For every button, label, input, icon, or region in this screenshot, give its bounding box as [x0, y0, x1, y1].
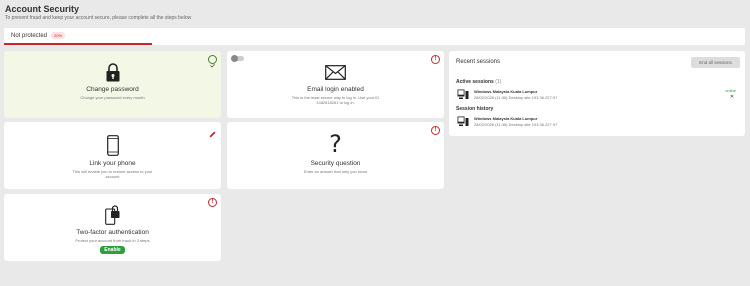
card-title: Change password [86, 86, 139, 93]
history-session-row: Windows Malaysia Kuala Lumpur 28/02/2026… [457, 115, 739, 127]
desktop-icon [457, 116, 469, 126]
envelope-icon [325, 65, 346, 80]
session-device: Windows Malaysia Kuala Lumpur [474, 89, 538, 94]
security-question-card[interactable]: ! ? Security question Enter an answer th… [227, 122, 444, 189]
status-label: Not protected [11, 32, 48, 39]
card-description: Protect your account from fraud in 2 ste… [75, 238, 150, 243]
two-factor-card[interactable]: ! Two-factor authentication Protect your… [4, 194, 221, 261]
warning-icon: ! [431, 55, 440, 64]
toggle-knob [231, 55, 238, 62]
session-details: 28/02/2026 (11:35) Desktop site 193.36.2… [474, 122, 558, 127]
active-sessions-text: Active sessions [456, 79, 494, 85]
card-description: This will enable you to restore access t… [61, 169, 165, 179]
phone-lock-icon [104, 205, 119, 225]
card-description: Enter an answer that only you know [303, 169, 368, 174]
enable-two-factor-button[interactable]: Enable [100, 246, 125, 255]
active-session-row: Windows Malaysia Kuala Lumpur 28/02/2026… [457, 88, 739, 100]
card-description-line: 1482618261 to log in. [316, 100, 355, 106]
check-circle-icon [208, 55, 217, 68]
end-all-sessions-button[interactable]: End all sessions [691, 57, 740, 68]
online-status: online [725, 88, 736, 93]
lock-icon [106, 63, 119, 82]
email-login-toggle[interactable] [231, 55, 244, 62]
warning-icon: ! [208, 198, 217, 207]
sessions-title: Recent sessions [456, 59, 501, 65]
card-title: Two-factor authentication [76, 229, 149, 236]
recent-sessions-panel: Recent sessions End all sessions Active … [449, 51, 745, 136]
question-mark-icon: ? [329, 130, 342, 158]
protection-status-bar: Not protected 20% [4, 28, 745, 45]
card-title: Email login enabled [307, 86, 364, 93]
active-sessions-count: (1) [495, 79, 502, 85]
card-description: Change your password every month [80, 95, 145, 100]
session-details: 28/02/2026 (11:35) Desktop site 193.36.2… [474, 95, 558, 100]
page-title: Account Security [5, 4, 80, 14]
change-password-card[interactable]: Change password Change your password eve… [4, 51, 221, 118]
active-sessions-label: Active sessions (1) [456, 79, 501, 85]
page-subtitle: To prevent fraud and keep your account s… [5, 15, 192, 21]
link-phone-card[interactable]: Link your phone This will enable you to … [4, 122, 221, 189]
warning-icon: ! [431, 126, 440, 135]
card-description: This is the least secure way to log in. … [280, 95, 392, 105]
end-session-close-icon[interactable]: ✕ [729, 94, 735, 100]
session-history-label: Session history [456, 106, 494, 112]
tab-protection-status[interactable]: Not protected 20% [4, 28, 152, 45]
edit-pencil-icon[interactable] [208, 126, 217, 138]
session-device: Windows Malaysia Kuala Lumpur [474, 116, 538, 121]
status-badge: 20% [51, 32, 66, 39]
email-login-card[interactable]: ! Email login enabled This is the least … [227, 51, 444, 118]
card-description-line: account [105, 174, 120, 180]
card-title: Link your phone [89, 160, 136, 167]
card-title: Security question [310, 160, 361, 167]
phone-icon [106, 135, 119, 156]
desktop-icon [457, 89, 469, 99]
